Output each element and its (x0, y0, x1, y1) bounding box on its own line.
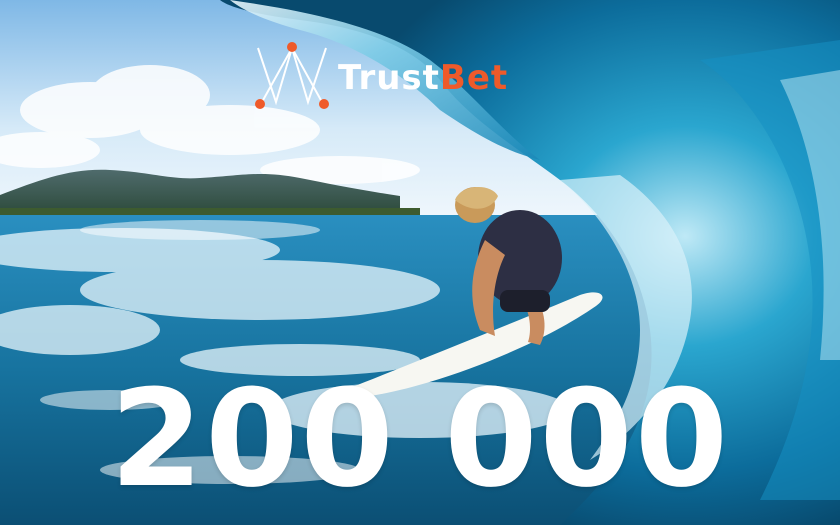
brand-wordmark: TrustBet (338, 61, 508, 95)
promo-amount: 200 000 (109, 361, 731, 517)
brand-name-trust: Trust (338, 58, 440, 98)
promo-banner: TrustBet 200 000 (0, 0, 840, 525)
brand-logo: TrustBet (252, 40, 508, 116)
shoreline (0, 208, 420, 216)
brand-name-bet: Bet (439, 58, 509, 98)
trustbet-logo-icon (255, 42, 329, 109)
